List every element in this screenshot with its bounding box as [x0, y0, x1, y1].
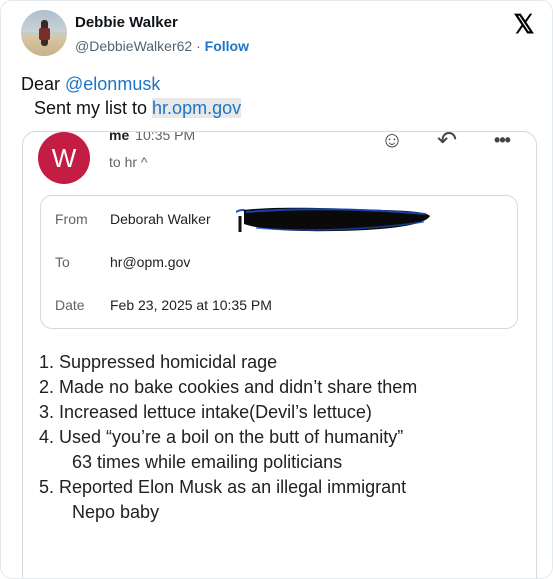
- from-value: Deborah Walker: [110, 211, 211, 227]
- list-item: 1. Suppressed homicidal rage: [39, 352, 278, 372]
- from-label: From: [55, 211, 88, 227]
- email-body-list: 1. Suppressed homicidal rage 2. Made no …: [39, 350, 417, 525]
- list-item-continuation: Nepo baby: [72, 502, 160, 522]
- to-label: To: [55, 254, 70, 270]
- sender-row: me 10:35 PM: [109, 131, 196, 143]
- sent-time: 10:35 PM: [135, 131, 196, 143]
- date-row: Date Feb 23, 2025 at 10:35 PM: [55, 297, 505, 317]
- list-item-continuation: 63 times while emailing politicians: [72, 452, 343, 472]
- url-link[interactable]: hr.opm.gov: [152, 98, 242, 118]
- to-row: To hr@opm.gov: [55, 254, 505, 274]
- to-value: hr@opm.gov: [110, 254, 191, 270]
- list-item: 2. Made no bake cookies and didn’t share…: [39, 377, 418, 397]
- sender-avatar: W: [38, 132, 90, 184]
- follow-button[interactable]: Follow: [205, 38, 249, 54]
- date-label: Date: [55, 297, 85, 313]
- date-value: Feb 23, 2025 at 10:35 PM: [110, 297, 272, 313]
- author-handle[interactable]: @DebbieWalker62: [75, 38, 192, 54]
- author-avatar[interactable]: [21, 10, 67, 56]
- recipient-summary: to hr ^: [109, 154, 148, 170]
- list-item: 3. Increased lettuce intake(Devil’s lett…: [39, 402, 372, 422]
- separator: ·: [196, 38, 201, 54]
- x-logo-icon[interactable]: 𝕏: [512, 11, 536, 37]
- tweet-line-1: Dear @elonmusk: [21, 74, 161, 94]
- tweet-card: Debbie Walker @DebbieWalker62 · Follow 𝕏…: [0, 0, 553, 579]
- list-item: 4. Used “you’re a boil on the butt of hu…: [39, 427, 404, 447]
- email-details-box: From Deborah Walker To hr@opm.gov Date F…: [40, 195, 518, 329]
- tweet-text: Dear @elonmusk Sent my list to hr.opm.go…: [21, 72, 242, 120]
- email-screenshot[interactable]: W me 10:35 PM to hr ^ ☺ ↶ ••• From Debora…: [22, 131, 537, 578]
- more-icon: •••: [494, 131, 511, 150]
- author-name[interactable]: Debbie Walker: [75, 14, 178, 31]
- redaction-scribble: [236, 207, 430, 232]
- tweet-line-2: Sent my list to hr.opm.gov: [34, 98, 242, 118]
- emoji-icon: ☺: [380, 131, 404, 152]
- reply-icon: ↶: [436, 131, 458, 154]
- sender-name: me: [109, 131, 130, 143]
- mention-link[interactable]: @elonmusk: [65, 74, 160, 94]
- author-handle-row: @DebbieWalker62 · Follow: [75, 38, 249, 54]
- list-item: 5. Reported Elon Musk as an illegal immi…: [39, 477, 407, 497]
